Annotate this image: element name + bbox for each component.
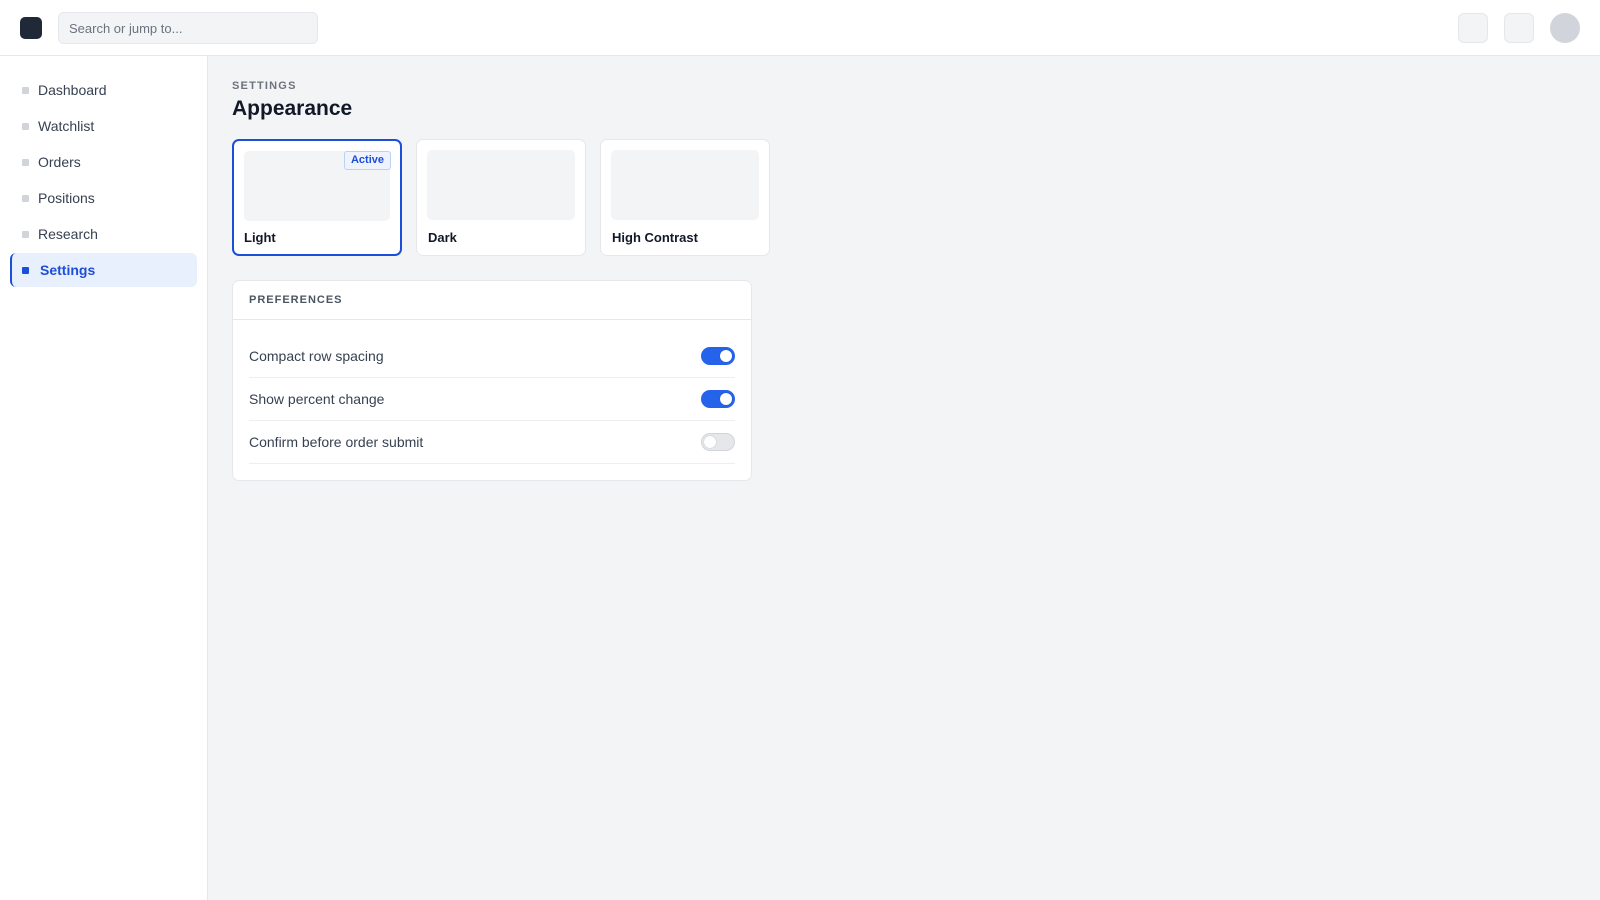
nav-bullet-icon: [22, 231, 29, 238]
sidebar-item-positions[interactable]: Positions: [10, 181, 197, 215]
preferences-header: PREFERENCES: [233, 281, 751, 320]
theme-label: High Contrast: [612, 230, 698, 245]
preferences-panel: PREFERENCES Compact row spacing Show per…: [232, 280, 752, 481]
theme-card-dark[interactable]: Dark: [416, 139, 586, 256]
nav-bullet-icon: [22, 87, 29, 94]
confirm-order-toggle[interactable]: [701, 433, 735, 451]
preference-label: Show percent change: [249, 391, 385, 407]
toggle-knob: [720, 393, 732, 405]
theme-label: Light: [244, 230, 276, 245]
nav-bullet-icon: [22, 159, 29, 166]
search-input[interactable]: [58, 12, 318, 44]
sidebar-item-settings[interactable]: Settings: [10, 253, 197, 287]
theme-preview: [427, 150, 575, 220]
sidebar-item-label: Positions: [38, 190, 95, 206]
theme-preview: [611, 150, 759, 220]
toggle-knob: [720, 350, 732, 362]
nav-bullet-icon: [22, 267, 29, 274]
section-eyebrow: SETTINGS: [232, 80, 297, 92]
sidebar-item-orders[interactable]: Orders: [10, 145, 197, 179]
theme-card-high-contrast[interactable]: High Contrast: [600, 139, 770, 256]
percent-change-toggle[interactable]: [701, 390, 735, 408]
nav-bullet-icon: [22, 195, 29, 202]
sidebar-item-watchlist[interactable]: Watchlist: [10, 109, 197, 143]
sidebar-item-label: Dashboard: [38, 82, 107, 98]
preference-label: Compact row spacing: [249, 348, 384, 364]
active-badge: Active: [343, 151, 391, 170]
sidebar-item-dashboard[interactable]: Dashboard: [10, 73, 197, 107]
preference-row-confirm-order: Confirm before order submit: [249, 421, 735, 464]
theme-label: Dark: [428, 230, 457, 245]
preference-row-compact-spacing: Compact row spacing: [249, 335, 735, 378]
nav-bullet-icon: [22, 123, 29, 130]
notifications-button[interactable]: [1458, 13, 1488, 43]
sidebar-item-label: Orders: [38, 154, 81, 170]
preference-row-percent-change: Show percent change: [249, 378, 735, 421]
help-button[interactable]: [1504, 13, 1534, 43]
app-logo-icon[interactable]: [20, 17, 42, 39]
sidebar: Dashboard Watchlist Orders Positions Res…: [0, 56, 208, 900]
sidebar-item-research[interactable]: Research: [10, 217, 197, 251]
compact-spacing-toggle[interactable]: [701, 347, 735, 365]
sidebar-item-label: Watchlist: [38, 118, 95, 134]
user-avatar[interactable]: [1550, 13, 1580, 43]
sidebar-item-label: Research: [38, 226, 98, 242]
toggle-knob: [704, 436, 716, 448]
preference-label: Confirm before order submit: [249, 434, 424, 450]
top-bar: [0, 0, 1600, 56]
theme-card-light[interactable]: Active Light: [232, 139, 402, 256]
page-title: Appearance: [232, 97, 353, 120]
sidebar-item-label: Settings: [40, 262, 96, 278]
